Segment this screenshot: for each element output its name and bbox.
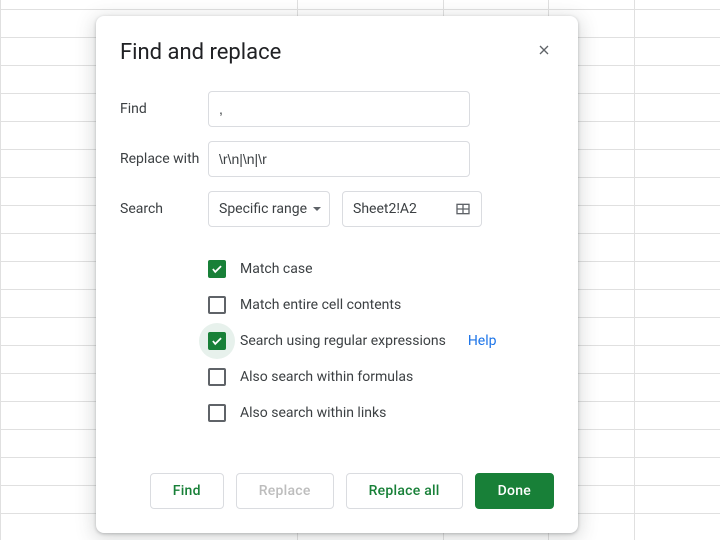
formulas-checkbox[interactable] (208, 368, 226, 386)
chevron-down-icon (313, 207, 321, 211)
regex-label: Search using regular expressions (240, 333, 446, 349)
close-button[interactable] (532, 38, 556, 62)
find-button[interactable]: Find (150, 473, 224, 509)
check-icon (210, 334, 224, 348)
options-group: Match case Match entire cell contents Se… (208, 251, 554, 431)
search-scope-select[interactable]: Specific range (208, 191, 330, 227)
find-replace-dialog: Find and replace Find Replace with Searc… (96, 16, 578, 533)
check-icon (210, 262, 224, 276)
search-label: Search (120, 201, 208, 217)
select-range-icon[interactable] (455, 201, 471, 217)
match-entire-label: Match entire cell contents (240, 297, 401, 313)
find-input[interactable] (208, 91, 470, 127)
regex-checkbox-halo (199, 323, 235, 359)
search-scope-value: Specific range (219, 201, 307, 217)
formulas-label: Also search within formulas (240, 369, 413, 385)
links-label: Also search within links (240, 405, 386, 421)
match-entire-checkbox[interactable] (208, 296, 226, 314)
replace-with-label: Replace with (120, 151, 208, 167)
links-checkbox[interactable] (208, 404, 226, 422)
range-input[interactable]: Sheet2!A2 (342, 191, 482, 227)
close-icon (536, 42, 552, 58)
done-button[interactable]: Done (475, 473, 554, 509)
dialog-footer: Find Replace Replace all Done (120, 473, 554, 509)
match-case-label: Match case (240, 261, 313, 277)
regex-help-link[interactable]: Help (468, 333, 497, 349)
replace-input[interactable] (208, 141, 470, 177)
replace-button: Replace (236, 473, 334, 509)
match-case-checkbox[interactable] (208, 260, 226, 278)
replace-all-button[interactable]: Replace all (346, 473, 463, 509)
regex-checkbox[interactable] (208, 332, 226, 350)
range-value: Sheet2!A2 (353, 201, 417, 217)
dialog-title: Find and replace (120, 40, 554, 65)
find-label: Find (120, 101, 208, 117)
